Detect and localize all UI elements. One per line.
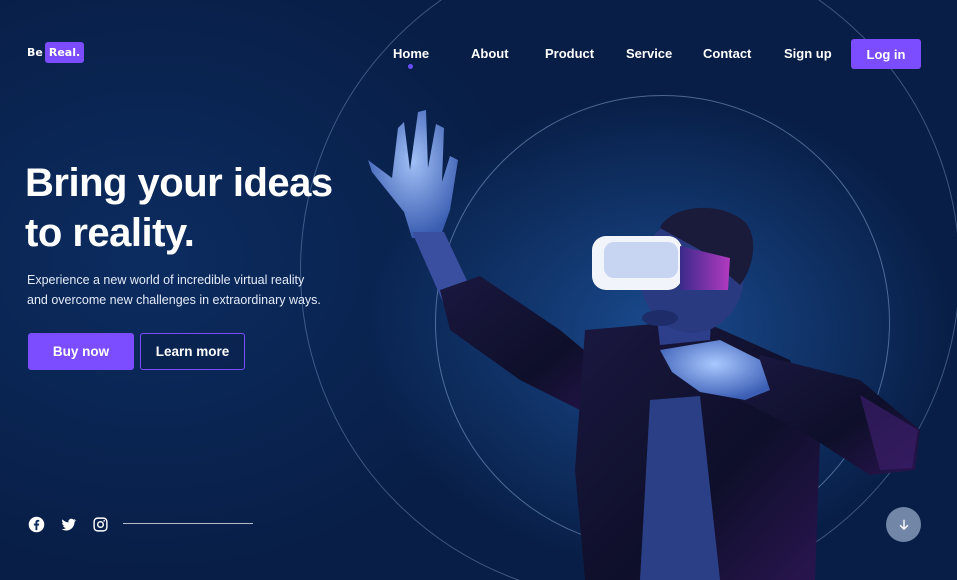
brand-logo[interactable]: Be Real. bbox=[27, 42, 85, 63]
buy-now-button[interactable]: Buy now bbox=[28, 333, 134, 370]
nav-item-product[interactable]: Product bbox=[545, 46, 594, 61]
facebook-icon[interactable] bbox=[28, 516, 45, 533]
nav-item-home[interactable]: Home bbox=[393, 46, 429, 61]
social-divider-line bbox=[123, 523, 253, 524]
twitter-icon[interactable] bbox=[60, 516, 77, 533]
hero-title: Bring your ideas to reality. bbox=[25, 158, 385, 258]
learn-more-button[interactable]: Learn more bbox=[140, 333, 245, 370]
hero-subtitle: Experience a new world of incredible vir… bbox=[27, 271, 357, 310]
active-nav-indicator bbox=[408, 64, 413, 69]
hero-section: Be Real. Home About Product Service Cont… bbox=[0, 0, 957, 580]
hero-title-line-2: to reality. bbox=[25, 211, 195, 255]
nav-item-about[interactable]: About bbox=[471, 46, 509, 61]
nav-item-contact[interactable]: Contact bbox=[703, 46, 751, 61]
scroll-down-button[interactable] bbox=[886, 507, 921, 542]
nav-item-sign-up[interactable]: Sign up bbox=[784, 46, 832, 61]
nav-item-service[interactable]: Service bbox=[626, 46, 672, 61]
arrow-down-icon bbox=[899, 519, 908, 530]
hero-subtitle-line-1: Experience a new world of incredible vir… bbox=[27, 273, 305, 287]
instagram-icon[interactable] bbox=[92, 516, 109, 533]
login-button[interactable]: Log in bbox=[851, 39, 921, 69]
hero-subtitle-line-2: and overcome new challenges in extraordi… bbox=[27, 292, 321, 307]
brand-logo-prefix: Be bbox=[27, 46, 43, 59]
hero-title-line-1: Bring your ideas bbox=[25, 161, 333, 205]
brand-logo-highlight: Real. bbox=[44, 42, 85, 63]
